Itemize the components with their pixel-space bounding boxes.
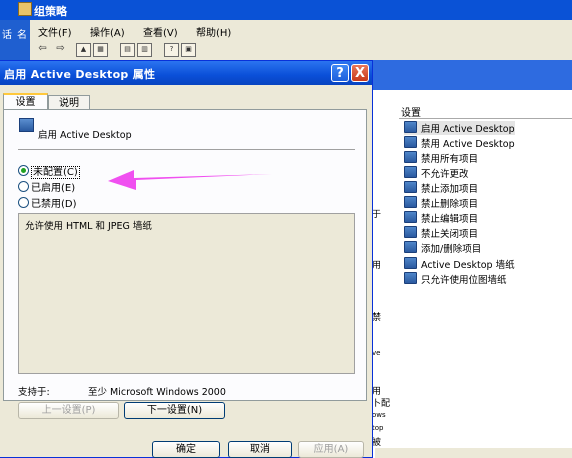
policy-setting-icon xyxy=(404,181,417,193)
list-item-label: 添加/删除项目 xyxy=(421,244,482,255)
background-titlebar: 组策略 xyxy=(0,0,572,20)
forward-arrow-icon[interactable]: ⇨ xyxy=(54,43,67,55)
close-button[interactable]: X xyxy=(351,64,369,82)
policy-setting-icon xyxy=(404,196,417,208)
list-item[interactable]: 禁用所有项目 xyxy=(404,151,478,165)
policy-setting-icon xyxy=(404,272,417,284)
back-arrow-icon[interactable]: ⇦ xyxy=(36,43,49,55)
menu-action[interactable]: 操作(A) xyxy=(90,24,125,39)
list-item[interactable]: Active Desktop 墙纸 xyxy=(404,257,515,271)
list-item-label: 禁用所有项目 xyxy=(421,154,479,165)
background-left-strip: 话 名 xyxy=(0,20,30,60)
policy-setting-icon xyxy=(404,151,417,163)
list-item-label: Active Desktop 墙纸 xyxy=(421,260,515,271)
console-icon[interactable]: ▣ xyxy=(181,43,196,57)
list-item-label: 只允许使用位图墙纸 xyxy=(421,275,507,286)
list-item[interactable]: 禁止编辑项目 xyxy=(404,211,478,225)
toolbar: ⇦ ⇨ ▲ ▦ ▤ ▥ ? ▣ xyxy=(30,40,572,61)
description-text: 允许使用 HTML 和 JPEG 墙纸 xyxy=(25,221,152,232)
radio-selected-icon xyxy=(18,165,29,176)
previous-setting-button[interactable]: 上一设置(P) xyxy=(18,402,119,419)
list-item[interactable]: 禁止删除项目 xyxy=(404,196,478,210)
list-item-label: 禁用 Active Desktop xyxy=(421,139,515,150)
radio-not-configured[interactable]: 未配置(C) xyxy=(18,163,80,179)
list-item[interactable]: 不允许更改 xyxy=(404,166,469,180)
menu-file[interactable]: 文件(F) xyxy=(38,24,72,39)
settings-list-pane: 设置 启用 Active Desktop 禁用 Active Desktop 禁… xyxy=(370,90,572,458)
clipped-fragment: 于 xyxy=(372,210,382,220)
background-banner xyxy=(370,60,572,90)
group-policy-icon xyxy=(18,2,32,16)
background-window-title: 组策略 xyxy=(34,5,67,18)
properties-icon[interactable]: ▤ xyxy=(120,43,135,57)
list-item-label: 不允许更改 xyxy=(421,169,469,180)
clipped-fragment: top xyxy=(372,424,384,432)
list-item[interactable]: 只允许使用位图墙纸 xyxy=(404,272,507,286)
status-bar xyxy=(375,448,572,458)
cancel-button[interactable]: 取消 xyxy=(228,441,292,458)
properties-dialog: 启用 Active Desktop 属性 ? X 设置 说明 启用 Active… xyxy=(0,60,373,458)
divider xyxy=(18,149,355,150)
radio-label: 已启用(E) xyxy=(31,183,76,194)
policy-setting-icon xyxy=(404,136,417,148)
policy-setting-icon xyxy=(404,226,417,238)
radio-disabled[interactable]: 已禁用(D) xyxy=(18,195,77,210)
dialog-title: 启用 Active Desktop 属性 xyxy=(4,68,156,81)
clipped-fragment: ows xyxy=(372,411,386,419)
policy-setting-icon xyxy=(19,118,34,132)
menu-bar: 文件(F) 操作(A) 查看(V) 帮助(H) xyxy=(30,20,572,40)
list-item-label: 禁止删除项目 xyxy=(421,199,479,210)
clipped-fragment: 话 xyxy=(2,30,12,41)
dialog-titlebar[interactable]: 启用 Active Desktop 属性 ? X xyxy=(0,61,372,85)
list-item[interactable]: 禁止关闭项目 xyxy=(404,226,478,240)
list-item-label: 禁止关闭项目 xyxy=(421,229,479,240)
radio-label: 已禁用(D) xyxy=(31,199,77,210)
list-item-label: 启用 Active Desktop xyxy=(421,124,515,135)
list-item[interactable]: 启用 Active Desktop xyxy=(404,121,515,135)
policy-setting-icon xyxy=(404,257,417,269)
policy-setting-icon xyxy=(404,211,417,223)
policy-setting-icon xyxy=(404,121,417,133)
next-setting-button[interactable]: 下一设置(N) xyxy=(124,402,225,419)
supported-on-label: 支持于: xyxy=(18,387,50,398)
help-icon[interactable]: ? xyxy=(164,43,179,57)
description-box: 允许使用 HTML 和 JPEG 墙纸 xyxy=(18,213,355,374)
help-button[interactable]: ? xyxy=(331,64,349,82)
up-folder-icon[interactable]: ▲ xyxy=(76,43,91,57)
radio-label: 未配置(C) xyxy=(31,166,80,179)
clipped-fragment: ve xyxy=(372,349,381,357)
policy-setting-icon xyxy=(404,241,417,253)
supported-on-value: 至少 Microsoft Windows 2000 xyxy=(88,387,226,398)
list-item[interactable]: 禁用 Active Desktop xyxy=(404,136,515,150)
radio-empty-icon xyxy=(18,197,29,208)
list-item-label: 禁止添加项目 xyxy=(421,184,479,195)
policy-setting-icon xyxy=(404,166,417,178)
tab-explain[interactable]: 说明 xyxy=(48,95,90,110)
radio-enabled[interactable]: 已启用(E) xyxy=(18,179,76,194)
radio-empty-icon xyxy=(18,181,29,192)
export-icon[interactable]: ▥ xyxy=(137,43,152,57)
tab-settings[interactable]: 设置 xyxy=(3,93,48,110)
ok-button[interactable]: 确定 xyxy=(152,441,220,458)
header-divider xyxy=(399,118,572,119)
settings-panel: 启用 Active Desktop 未配置(C) 已启用(E) 已禁用(D) 允… xyxy=(3,109,367,401)
apply-button[interactable]: 应用(A) xyxy=(298,441,364,458)
policy-name: 启用 Active Desktop xyxy=(38,130,132,141)
menu-view[interactable]: 查看(V) xyxy=(143,24,178,39)
list-item[interactable]: 禁止添加项目 xyxy=(404,181,478,195)
clipped-fragment: 禁 xyxy=(372,313,382,323)
list-item[interactable]: 添加/删除项目 xyxy=(404,241,481,255)
show-tree-icon[interactable]: ▦ xyxy=(93,43,108,57)
clipped-fragment: 被 xyxy=(372,438,382,448)
list-item-label: 禁止编辑项目 xyxy=(421,214,479,225)
settings-column-header[interactable]: 设置 xyxy=(401,104,421,119)
clipped-fragment: 用 xyxy=(372,261,382,271)
clipped-fragment: 名 xyxy=(17,30,27,41)
menu-help[interactable]: 帮助(H) xyxy=(196,24,231,39)
clipped-fragment: 卜配 xyxy=(372,399,391,409)
